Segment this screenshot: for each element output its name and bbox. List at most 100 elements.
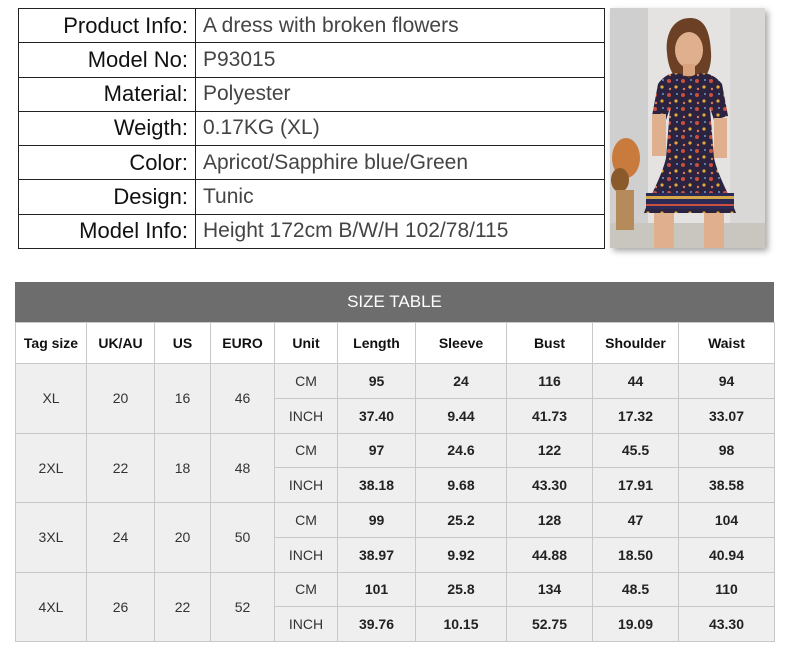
bust-cell: 43.30 xyxy=(506,467,593,503)
header-tag-size: Tag size xyxy=(15,322,87,364)
shoulder-cell: 44 xyxy=(592,363,679,399)
waist-cell: 40.94 xyxy=(678,536,775,573)
unit-cell: INCH xyxy=(274,467,338,503)
tag-size-cell: 2XL xyxy=(15,432,87,503)
model-illustration xyxy=(610,8,765,248)
tag-size-cell: 3XL xyxy=(15,502,87,573)
length-cell: 95 xyxy=(337,363,416,399)
shoulder-cell: 45.5 xyxy=(592,432,679,469)
tag-size-cell: 4XL xyxy=(15,571,87,642)
us-cell: 16 xyxy=(154,363,211,434)
header-length: Length xyxy=(337,322,416,364)
shoulder-cell: 47 xyxy=(592,502,679,538)
size-row-cm: 2XL 22 18 48 CM 97 24.6 122 45.5 98 xyxy=(15,432,775,503)
length-cell: 99 xyxy=(337,502,416,538)
bust-cell: 134 xyxy=(506,571,593,608)
product-info-table: Product Info: A dress with broken flower… xyxy=(18,7,605,250)
header-bust: Bust xyxy=(506,322,593,364)
size-table-title: SIZE TABLE xyxy=(15,282,774,322)
waist-cell: 43.30 xyxy=(678,606,775,642)
length-cell: 97 xyxy=(337,432,416,469)
uk-au-cell: 20 xyxy=(86,363,155,434)
length-cell: 39.76 xyxy=(337,606,416,642)
header-unit: Unit xyxy=(274,322,338,364)
info-label: Material: xyxy=(18,76,196,112)
length-cell: 38.97 xyxy=(337,536,416,573)
info-row-design: Design: Tunic xyxy=(18,179,605,215)
waist-cell: 33.07 xyxy=(678,397,775,434)
uk-au-cell: 24 xyxy=(86,502,155,573)
info-label: Product Info: xyxy=(18,7,196,44)
sleeve-cell: 9.44 xyxy=(415,397,507,434)
length-cell: 101 xyxy=(337,571,416,608)
info-value: 0.17KG (XL) xyxy=(195,110,605,147)
bust-cell: 122 xyxy=(506,432,593,469)
info-row-material: Material: Polyester xyxy=(18,76,605,112)
header-euro: EURO xyxy=(210,322,275,364)
header-uk-au: UK/AU xyxy=(86,322,155,364)
shoulder-cell: 18.50 xyxy=(592,536,679,573)
info-row-product-info: Product Info: A dress with broken flower… xyxy=(18,7,605,44)
info-value: A dress with broken flowers xyxy=(195,7,605,44)
euro-cell: 46 xyxy=(210,363,275,434)
sleeve-cell: 10.15 xyxy=(415,606,507,642)
unit-cell: CM xyxy=(274,363,338,399)
us-cell: 18 xyxy=(154,432,211,503)
euro-cell: 48 xyxy=(210,432,275,503)
bust-cell: 52.75 xyxy=(506,606,593,642)
waist-cell: 110 xyxy=(678,571,775,608)
euro-cell: 50 xyxy=(210,502,275,573)
info-label: Model No: xyxy=(18,42,196,78)
bust-cell: 128 xyxy=(506,502,593,538)
info-label: Design: xyxy=(18,179,196,215)
info-label: Color: xyxy=(18,145,196,181)
info-label: Model Info: xyxy=(18,213,196,250)
shoulder-cell: 19.09 xyxy=(592,606,679,642)
sleeve-cell: 9.92 xyxy=(415,536,507,573)
info-value: Polyester xyxy=(195,76,605,112)
us-cell: 22 xyxy=(154,571,211,642)
header-shoulder: Shoulder xyxy=(592,322,679,364)
uk-au-cell: 22 xyxy=(86,432,155,503)
shoulder-cell: 17.32 xyxy=(592,397,679,434)
length-cell: 37.40 xyxy=(337,397,416,434)
header-us: US xyxy=(154,322,211,364)
bust-cell: 41.73 xyxy=(506,397,593,434)
unit-cell: CM xyxy=(274,502,338,538)
unit-cell: CM xyxy=(274,571,338,608)
sleeve-cell: 25.8 xyxy=(415,571,507,608)
info-row-weight: Weigth: 0.17KG (XL) xyxy=(18,110,605,147)
bust-cell: 116 xyxy=(506,363,593,399)
info-value: Apricot/Sapphire blue/Green xyxy=(195,145,605,181)
info-row-model-no: Model No: P93015 xyxy=(18,42,605,78)
info-row-color: Color: Apricot/Sapphire blue/Green xyxy=(18,145,605,181)
size-row-cm: 3XL 24 20 50 CM 99 25.2 128 47 104 xyxy=(15,502,775,573)
info-value: Tunic xyxy=(195,179,605,215)
info-value: Height 172cm B/W/H 102/78/115 xyxy=(195,213,605,250)
size-table: Tag size UK/AU US EURO Unit Length Sleev… xyxy=(15,322,775,642)
model-photo xyxy=(610,8,765,248)
size-row-cm: 4XL 26 22 52 CM 101 25.8 134 48.5 110 xyxy=(15,571,775,642)
waist-cell: 94 xyxy=(678,363,775,399)
waist-cell: 104 xyxy=(678,502,775,538)
shoulder-cell: 17.91 xyxy=(592,467,679,503)
size-header-row: Tag size UK/AU US EURO Unit Length Sleev… xyxy=(15,322,775,364)
unit-cell: CM xyxy=(274,432,338,469)
unit-cell: INCH xyxy=(274,397,338,434)
info-label: Weigth: xyxy=(18,110,196,147)
length-cell: 38.18 xyxy=(337,467,416,503)
bust-cell: 44.88 xyxy=(506,536,593,573)
us-cell: 20 xyxy=(154,502,211,573)
info-value: P93015 xyxy=(195,42,605,78)
sleeve-cell: 25.2 xyxy=(415,502,507,538)
shoulder-cell: 48.5 xyxy=(592,571,679,608)
size-row-cm: XL 20 16 46 CM 95 24 116 44 94 xyxy=(15,363,775,434)
euro-cell: 52 xyxy=(210,571,275,642)
waist-cell: 38.58 xyxy=(678,467,775,503)
waist-cell: 98 xyxy=(678,432,775,469)
sleeve-cell: 9.68 xyxy=(415,467,507,503)
header-sleeve: Sleeve xyxy=(415,322,507,364)
sleeve-cell: 24 xyxy=(415,363,507,399)
unit-cell: INCH xyxy=(274,536,338,573)
info-row-model-info: Model Info: Height 172cm B/W/H 102/78/11… xyxy=(18,213,605,250)
